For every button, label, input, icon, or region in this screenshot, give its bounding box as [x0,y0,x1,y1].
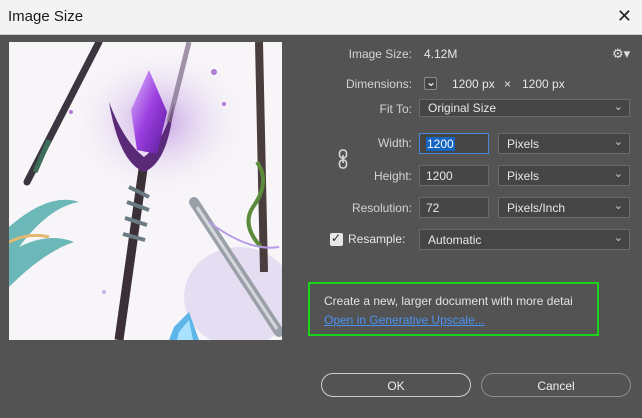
height-value: 1200 [426,169,453,183]
gear-icon[interactable]: ⚙▾ [612,47,630,62]
resample-label: Resample: [348,232,406,246]
title-bar: Image Size ✕ [0,0,642,35]
width-value: 1200 [426,137,455,151]
height-unit-select[interactable]: Pixels ⌄ [498,165,630,186]
dimensions-unit-toggle[interactable]: ⌄ [424,75,437,90]
dimensions-times: × [504,77,512,91]
chevron-down-icon: ⌄ [613,100,623,113]
generative-upscale-link[interactable]: Open in Generative Upscale... [324,313,485,327]
close-icon[interactable]: ✕ [617,6,632,27]
preview-artwork [9,42,282,340]
upscale-notice: Create a new, larger document with more … [308,282,599,336]
fit-to-select[interactable]: Original Size ⌄ [419,99,630,117]
fit-to-value: Original Size [428,101,497,115]
link-icon[interactable] [338,148,348,170]
resolution-input[interactable]: 72 [419,197,489,218]
image-size-value: 4.12M [424,47,458,61]
dimensions-width: 1200 px [452,77,495,91]
resolution-label: Resolution: [351,201,412,215]
width-label: Width: [377,136,412,150]
chevron-down-icon: ⌄ [613,167,623,180]
image-preview[interactable] [9,42,282,340]
resample-checkbox[interactable]: ✓ [330,231,343,246]
width-input[interactable]: 1200 [419,133,489,154]
image-size-label: Image Size: [348,47,412,61]
chevron-down-icon: ⌄ [426,75,437,89]
resolution-value: 72 [426,201,440,215]
upscale-notice-text: Create a new, larger document with more … [324,294,573,308]
ok-button[interactable]: OK [321,373,471,397]
height-label: Height: [373,169,412,183]
height-input[interactable]: 1200 [419,165,489,186]
height-unit-value: Pixels [507,169,540,183]
resample-value: Automatic [428,233,482,247]
chevron-down-icon: ⌄ [613,199,623,212]
width-unit-select[interactable]: Pixels ⌄ [498,133,630,154]
window-title: Image Size [8,8,84,25]
chevron-down-icon: ⌄ [613,231,623,244]
fit-to-label: Fit To: [379,102,412,116]
dimensions-label: Dimensions: [345,77,412,91]
width-unit-value: Pixels [507,137,540,151]
checkmark-icon: ✓ [331,231,342,245]
resolution-unit-value: Pixels/Inch [507,201,566,215]
chevron-down-icon: ⌄ [613,135,623,148]
cancel-button[interactable]: Cancel [481,373,631,397]
dimensions-height: 1200 px [522,77,565,91]
resolution-unit-select[interactable]: Pixels/Inch ⌄ [498,197,630,218]
resample-select[interactable]: Automatic ⌄ [419,229,630,250]
